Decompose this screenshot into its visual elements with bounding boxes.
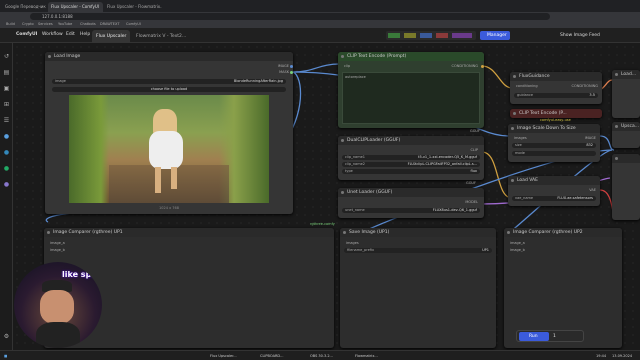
sampler-node-partial[interactable] xyxy=(612,154,640,220)
wire xyxy=(481,65,513,89)
upscale-node-partial[interactable]: Upsca... xyxy=(612,122,640,148)
image-scale-down-node[interactable]: Image Scale Down To Size images IMAGE si… xyxy=(508,124,600,162)
webcam-text: like spide... xyxy=(62,270,102,279)
photo-person-dress xyxy=(149,131,183,169)
input-images-slot[interactable]: images xyxy=(346,241,359,245)
node-title[interactable]: Image Comparer (rgthree) UP1 xyxy=(44,228,334,237)
unet-loader-node[interactable]: Unet Loader (GGUF) MODEL unet_name FLUX8u… xyxy=(338,188,484,218)
output-image-slot[interactable]: IMAGE xyxy=(278,64,289,68)
windows-taskbar: ■ Flux Upscaler... CLIPBOARD... OBS 30.3… xyxy=(0,350,640,360)
input-image-b-slot[interactable]: image_b xyxy=(50,248,65,252)
node-title[interactable]: Image Scale Down To Size xyxy=(508,124,600,133)
size-widget[interactable]: size 832 xyxy=(512,143,596,148)
run-button[interactable]: Run xyxy=(519,332,549,341)
taskbar-item[interactable]: CLIPBOARD... xyxy=(260,353,283,360)
output-dot[interactable] xyxy=(481,65,484,68)
output-model-slot[interactable]: MODEL xyxy=(465,200,478,204)
input-clip-slot[interactable]: clip xyxy=(344,64,350,68)
taskbar-item[interactable]: Flux Upscaler... xyxy=(210,353,237,360)
preview-photo xyxy=(69,95,269,203)
clock-date: 13.09.2024 xyxy=(612,354,633,358)
queue-panel: Run 1 xyxy=(516,330,584,342)
output-dot[interactable] xyxy=(290,71,293,74)
node-title[interactable]: Image Comparer (rgthree) UP2 xyxy=(504,228,622,237)
output-mask-slot[interactable]: MASK xyxy=(279,70,289,74)
clip-text-encode-positive-node[interactable]: CLIP Text Encode (Prompt) clip CONDITION… xyxy=(338,52,484,128)
input-conditioning-slot[interactable]: conditioning xyxy=(516,84,538,88)
gguf-label: GGUF xyxy=(466,181,476,185)
start-icon[interactable]: ■ xyxy=(4,353,12,360)
type-widget[interactable]: type flux xyxy=(342,169,480,174)
clip-name1-widget[interactable]: clip_name1 t5-v1_1-xxl-encoder-Q5_K_M.ggu… xyxy=(342,155,480,160)
wire xyxy=(291,63,341,73)
output-dot[interactable] xyxy=(290,65,293,68)
output-image-slot[interactable]: IMAGE xyxy=(585,136,596,140)
taskbar-item[interactable]: Flowmatrix... xyxy=(355,353,378,360)
node-title[interactable]: CLIP Text Encode (Prompt) xyxy=(338,52,484,61)
clip-text-encode-negative-node[interactable]: CLIP Text Encode (P... xyxy=(510,109,602,118)
load-node-partial[interactable]: Load... xyxy=(612,70,640,118)
dual-clip-loader-node[interactable]: DualCLIPLoader (GGUF) CLIP clip_name1 t5-… xyxy=(338,136,484,180)
save-image-node[interactable]: Save Image (UP1) images filename_prefix U… xyxy=(340,228,496,348)
image-size-label: 1024 x 768 xyxy=(159,206,179,210)
photo-grass-left xyxy=(69,95,109,203)
photo-person-leg xyxy=(155,167,161,193)
node-title[interactable]: DualCLIPLoader (GGUF) xyxy=(338,136,484,145)
flux-guidance-node[interactable]: FluxGuidance conditioning CONDITIONING g… xyxy=(510,72,602,104)
node-title[interactable] xyxy=(612,154,640,163)
prompt-textarea[interactable]: autoreplace xyxy=(342,72,480,124)
rgthree-label: rgthree-comfy xyxy=(310,222,335,226)
output-vae-slot[interactable]: VAE xyxy=(589,188,596,192)
input-images-slot[interactable]: images xyxy=(514,136,527,140)
mode-widget[interactable]: mode xyxy=(512,151,596,156)
node-title[interactable]: Load VAE xyxy=(508,176,600,185)
node-title[interactable]: Unet Loader (GGUF) xyxy=(338,188,484,197)
input-image-a-slot[interactable]: image_a xyxy=(50,241,65,245)
guidance-widget[interactable]: guidance 3.5 xyxy=(514,93,598,98)
node-title[interactable]: Save Image (UP1) xyxy=(340,228,496,237)
output-conditioning-slot[interactable]: CONDITIONING xyxy=(572,84,598,88)
photo-person-leg xyxy=(171,167,177,189)
webcam-face xyxy=(40,290,74,324)
clip-name2-widget[interactable]: clip_name2 FLUXclipL.CLIPGFailFP32_onfall… xyxy=(342,162,480,167)
clock-time: 19:44 xyxy=(596,354,607,358)
load-image-node[interactable]: Load Image IMAGE MASK image BlondeRunning… xyxy=(45,52,293,214)
easy-use-label: comfyui-easy-use xyxy=(540,118,571,122)
output-conditioning-slot[interactable]: CONDITIONING xyxy=(452,64,478,68)
batch-count-input[interactable]: 1 xyxy=(553,332,563,341)
webcam-shirt xyxy=(36,322,80,348)
node-title[interactable]: Upsca... xyxy=(612,122,640,131)
input-image-a-slot[interactable]: image_a xyxy=(510,241,525,245)
filename-prefix-widget[interactable]: filename_prefix UP1 xyxy=(344,248,492,253)
node-title[interactable]: CLIP Text Encode (P... xyxy=(510,109,602,118)
taskbar-item[interactable]: OBS 30.3.2... xyxy=(310,353,333,360)
upload-button[interactable]: choose file to upload xyxy=(52,87,286,92)
load-vae-node[interactable]: Load VAE VAE vae_name FLUX.ae.safetensors xyxy=(508,176,600,206)
node-title[interactable]: Load... xyxy=(612,70,640,79)
unet-name-widget[interactable]: unet_name FLUX8us1-dev-Q6_1.gguf xyxy=(342,208,480,213)
input-image-b-slot[interactable]: image_b xyxy=(510,248,525,252)
node-title[interactable]: Load Image xyxy=(45,52,293,61)
vae-name-widget[interactable]: vae_name FLUX.ae.safetensors xyxy=(512,196,596,201)
node-title[interactable]: FluxGuidance xyxy=(510,72,602,81)
image-select-widget[interactable]: image BlondeRunningAfterRain.jpg xyxy=(52,79,286,84)
photo-mud-path xyxy=(109,165,229,203)
webcam-overlay: like spide... xyxy=(14,262,102,348)
gguf-label: GGUF xyxy=(470,129,480,133)
output-clip-slot[interactable]: CLIP xyxy=(470,148,478,152)
